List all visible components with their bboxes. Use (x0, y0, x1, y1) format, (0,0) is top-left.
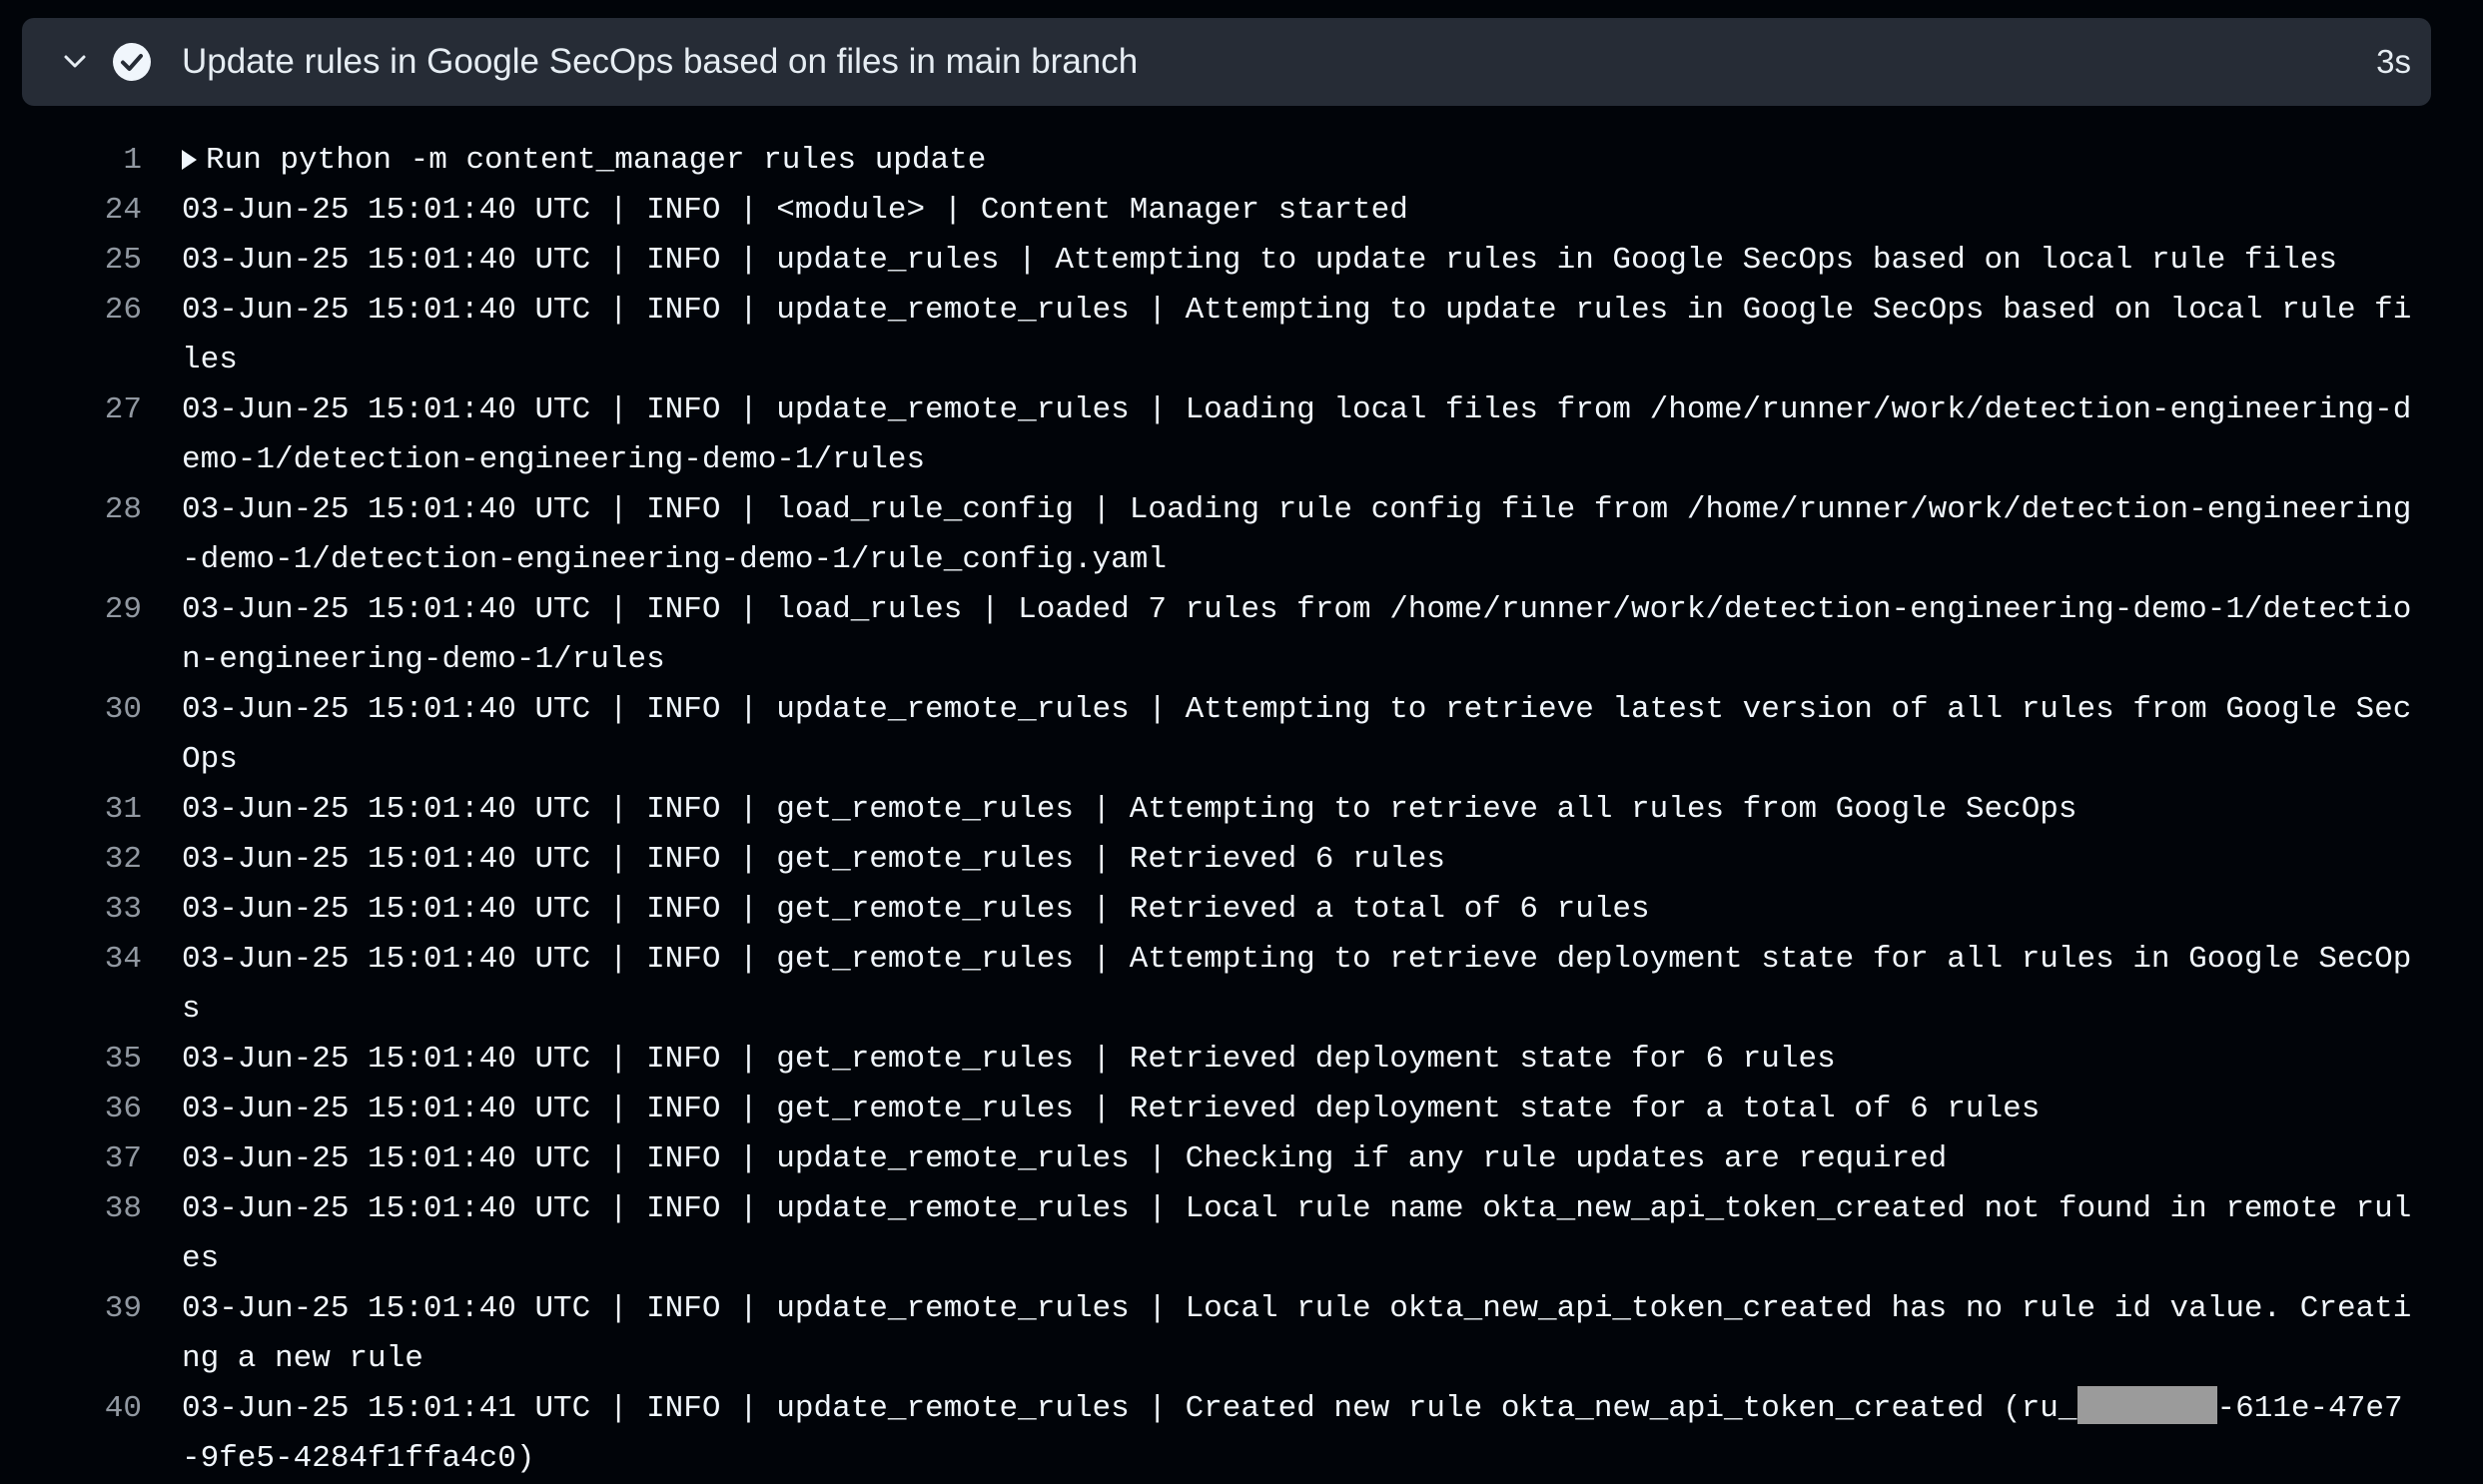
log-line-text: 03-Jun-25 15:01:40 UTC | INFO | <module>… (182, 193, 1408, 228)
log-line: 40 03-Jun-25 15:01:41 UTC | INFO | updat… (0, 1384, 2483, 1484)
caret-right-icon[interactable] (182, 150, 197, 170)
redaction-box (2076, 1386, 2217, 1424)
log-line-group-toggle[interactable]: 1 Run python -m content_manager rules up… (0, 136, 2483, 186)
log-line: 35 03-Jun-25 15:01:40 UTC | INFO | get_re… (0, 1035, 2483, 1085)
log-line-text: 03-Jun-25 15:01:40 UTC | INFO | update_r… (182, 1291, 2412, 1376)
log-line: 38 03-Jun-25 15:01:40 UTC | INFO | update… (0, 1184, 2483, 1284)
line-number[interactable]: 29 (0, 585, 144, 685)
log-line-text: 03-Jun-25 15:01:40 UTC | INFO | get_remo… (182, 892, 1650, 927)
log-line-text[interactable]: Run python -m content_manager rules upda… (182, 136, 2421, 186)
log-line: 32 03-Jun-25 15:01:40 UTC | INFO | get_re… (0, 835, 2483, 885)
log-line-text: 03-Jun-25 15:01:41 UTC | INFO | update_r… (182, 1384, 2421, 1484)
line-number[interactable]: 27 (0, 385, 144, 485)
log-line: 25 03-Jun-25 15:01:40 UTC | INFO | update… (0, 236, 2483, 286)
line-number[interactable]: 33 (0, 885, 144, 935)
log-text-before: 03-Jun-25 15:01:41 UTC | INFO | update_r… (182, 1391, 2077, 1426)
log-line-text: 03-Jun-25 15:01:40 UTC | INFO | update_r… (182, 293, 2412, 377)
log-line: 30 03-Jun-25 15:01:40 UTC | INFO | update… (0, 685, 2483, 785)
log-line-text: 03-Jun-25 15:01:40 UTC | INFO | get_remo… (182, 1042, 1836, 1077)
log-line-text: 03-Jun-25 15:01:40 UTC | INFO | get_remo… (182, 942, 2412, 1027)
line-number[interactable]: 30 (0, 685, 144, 785)
line-number[interactable]: 38 (0, 1184, 144, 1284)
log-line: 29 03-Jun-25 15:01:40 UTC | INFO | load_r… (0, 585, 2483, 685)
line-number[interactable]: 34 (0, 935, 144, 1035)
line-number[interactable]: 32 (0, 835, 144, 885)
line-number[interactable]: 40 (0, 1384, 144, 1484)
log-group-label: Run python -m content_manager rules upda… (206, 143, 987, 178)
log-line: 24 03-Jun-25 15:01:40 UTC | INFO | <modul… (0, 186, 2483, 236)
step-title: Update rules in Google SecOps based on f… (182, 42, 1139, 81)
log-line: 34 03-Jun-25 15:01:40 UTC | INFO | get_re… (0, 935, 2483, 1035)
log-line: 31 03-Jun-25 15:01:40 UTC | INFO | get_re… (0, 785, 2483, 835)
line-number[interactable]: 1 (0, 136, 144, 186)
line-number[interactable]: 35 (0, 1035, 144, 1085)
log-line: 39 03-Jun-25 15:01:40 UTC | INFO | update… (0, 1284, 2483, 1384)
log-line-text: 03-Jun-25 15:01:40 UTC | INFO | update_r… (182, 392, 2412, 477)
line-number[interactable]: 39 (0, 1284, 144, 1384)
log-line-text: 03-Jun-25 15:01:40 UTC | INFO | get_remo… (182, 792, 2077, 827)
line-number[interactable]: 37 (0, 1134, 144, 1184)
line-number[interactable]: 28 (0, 485, 144, 585)
log-line-text: 03-Jun-25 15:01:40 UTC | INFO | update_r… (182, 1191, 2412, 1276)
line-number[interactable]: 26 (0, 286, 144, 385)
log-line: 26 03-Jun-25 15:01:40 UTC | INFO | update… (0, 286, 2483, 385)
line-number[interactable]: 36 (0, 1085, 144, 1134)
line-number[interactable]: 31 (0, 785, 144, 835)
log-line-text: 03-Jun-25 15:01:40 UTC | INFO | update_r… (182, 1141, 1948, 1176)
chevron-down-icon[interactable] (62, 49, 88, 75)
line-number[interactable]: 24 (0, 186, 144, 236)
log-line-text: 03-Jun-25 15:01:40 UTC | INFO | update_r… (182, 243, 2337, 278)
log-line: 36 03-Jun-25 15:01:40 UTC | INFO | get_re… (0, 1085, 2483, 1134)
step-duration: 3s (2376, 43, 2411, 80)
line-number[interactable]: 25 (0, 236, 144, 286)
log-line-text: 03-Jun-25 15:01:40 UTC | INFO | load_rul… (182, 492, 2412, 577)
log-line-text: 03-Jun-25 15:01:40 UTC | INFO | get_remo… (182, 1092, 2041, 1126)
log-line-text: 03-Jun-25 15:01:40 UTC | INFO | update_r… (182, 692, 2412, 777)
check-circle-icon (112, 42, 152, 82)
log-line: 28 03-Jun-25 15:01:40 UTC | INFO | load_r… (0, 485, 2483, 585)
log-line: 27 03-Jun-25 15:01:40 UTC | INFO | update… (0, 385, 2483, 485)
log-line-text: 03-Jun-25 15:01:40 UTC | INFO | load_rul… (182, 592, 2412, 677)
log-line: 37 03-Jun-25 15:01:40 UTC | INFO | update… (0, 1134, 2483, 1184)
step-header[interactable]: Update rules in Google SecOps based on f… (22, 18, 2431, 106)
log-line: 33 03-Jun-25 15:01:40 UTC | INFO | get_re… (0, 885, 2483, 935)
log-line-text: 03-Jun-25 15:01:40 UTC | INFO | get_remo… (182, 842, 1446, 877)
